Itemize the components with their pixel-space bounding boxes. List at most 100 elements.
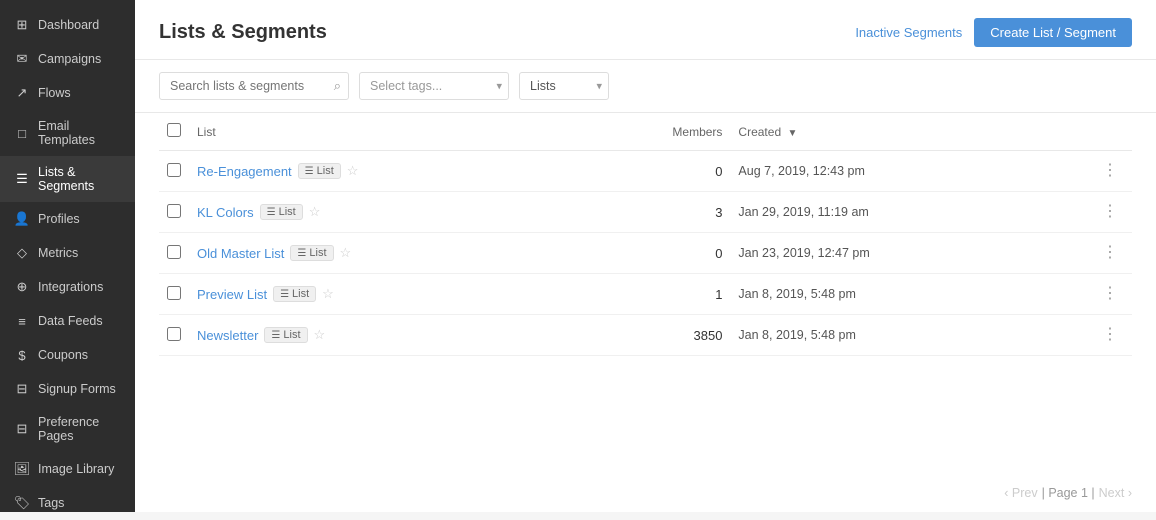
list-name-link-4[interactable]: Newsletter (197, 328, 258, 343)
sidebar-item-integrations[interactable]: ⊕ Integrations (0, 270, 135, 304)
sidebar-label-dashboard: Dashboard (38, 18, 99, 32)
list-tag-badge-4: ☰ List (264, 327, 307, 343)
sidebar-label-integrations: Integrations (38, 280, 103, 294)
sidebar-item-email-templates[interactable]: □ Email Templates (0, 110, 135, 156)
sidebar-item-data-feeds[interactable]: ≡ Data Feeds (0, 304, 135, 338)
col-list: List (189, 113, 562, 151)
email-templates-icon: □ (14, 125, 30, 141)
sidebar-item-signup-forms[interactable]: ⊟ Signup Forms (0, 372, 135, 406)
search-wrapper: ⌕ (159, 72, 349, 100)
actions-cell-2: ⋮ (1088, 233, 1132, 274)
table-row: Newsletter ☰ List ☆ 3850 Jan 8, 2019, 5:… (159, 315, 1132, 356)
created-cell-2: Jan 23, 2019, 12:47 pm (730, 233, 1088, 274)
row-checkbox-2[interactable] (167, 245, 181, 259)
campaigns-icon: ✉ (14, 51, 30, 67)
actions-cell-3: ⋮ (1088, 274, 1132, 315)
col-actions (1088, 113, 1132, 151)
members-cell-4: 3850 (562, 315, 730, 356)
sidebar: ⊞ Dashboard ✉ Campaigns ↗ Flows □ Email … (0, 0, 135, 512)
star-icon-0[interactable]: ☆ (347, 163, 359, 179)
sidebar-label-campaigns: Campaigns (38, 52, 101, 66)
select-all-checkbox[interactable] (167, 123, 181, 137)
star-icon-2[interactable]: ☆ (340, 245, 352, 261)
sidebar-label-preference-pages: Preference Pages (38, 415, 121, 443)
star-icon-4[interactable]: ☆ (314, 327, 326, 343)
created-cell-0: Aug 7, 2019, 12:43 pm (730, 151, 1088, 192)
sidebar-label-email-templates: Email Templates (38, 119, 121, 147)
sidebar-item-preference-pages[interactable]: ⊟ Preference Pages (0, 406, 135, 452)
image-library-icon: 🖼 (14, 461, 30, 477)
sidebar-label-lists-segments: Lists & Segments (38, 165, 121, 193)
members-cell-1: 3 (562, 192, 730, 233)
list-name-cell-2: Old Master List ☰ List ☆ (189, 233, 562, 274)
sidebar-item-dashboard[interactable]: ⊞ Dashboard (0, 8, 135, 42)
list-name-cell-1: KL Colors ☰ List ☆ (189, 192, 562, 233)
sidebar-label-flows: Flows (38, 86, 71, 100)
star-icon-3[interactable]: ☆ (322, 286, 334, 302)
page-title: Lists & Segments (159, 21, 327, 44)
signup-forms-icon: ⊟ (14, 381, 30, 397)
sidebar-label-image-library: Image Library (38, 462, 114, 476)
members-cell-0: 0 (562, 151, 730, 192)
row-actions-button-3[interactable]: ⋮ (1096, 284, 1124, 304)
sidebar-label-signup-forms: Signup Forms (38, 382, 116, 396)
members-cell-3: 1 (562, 274, 730, 315)
actions-cell-0: ⋮ (1088, 151, 1132, 192)
list-tag-badge-2: ☰ List (290, 245, 333, 261)
sidebar-label-metrics: Metrics (38, 246, 78, 260)
sidebar-item-lists-segments[interactable]: ☰ Lists & Segments (0, 156, 135, 202)
sidebar-item-tags[interactable]: 🏷 Tags (0, 486, 135, 520)
star-icon-1[interactable]: ☆ (309, 204, 321, 220)
sidebar-item-campaigns[interactable]: ✉ Campaigns (0, 42, 135, 76)
actions-cell-4: ⋮ (1088, 315, 1132, 356)
row-actions-button-2[interactable]: ⋮ (1096, 243, 1124, 263)
row-checkbox-0[interactable] (167, 163, 181, 177)
prev-button[interactable]: ‹ Prev (1004, 486, 1037, 500)
lists-table: List Members Created ▼ Re-Engagement ☰ L… (159, 113, 1132, 356)
created-cell-4: Jan 8, 2019, 5:48 pm (730, 315, 1088, 356)
created-cell-1: Jan 29, 2019, 11:19 am (730, 192, 1088, 233)
created-cell-3: Jan 8, 2019, 5:48 pm (730, 274, 1088, 315)
row-actions-button-1[interactable]: ⋮ (1096, 202, 1124, 222)
create-list-segment-button[interactable]: Create List / Segment (974, 18, 1132, 47)
table-row: KL Colors ☰ List ☆ 3 Jan 29, 2019, 11:19… (159, 192, 1132, 233)
row-actions-button-4[interactable]: ⋮ (1096, 325, 1124, 345)
col-members: Members (562, 113, 730, 151)
preference-pages-icon: ⊟ (14, 421, 30, 437)
sidebar-item-coupons[interactable]: $ Coupons (0, 338, 135, 372)
tags-select[interactable]: Select tags... (359, 72, 509, 100)
sidebar-label-tags: Tags (38, 496, 64, 510)
tags-icon: 🏷 (14, 495, 30, 511)
list-name-cell-0: Re-Engagement ☰ List ☆ (189, 151, 562, 192)
profiles-icon: 👤 (14, 211, 30, 227)
integrations-icon: ⊕ (14, 279, 30, 295)
actions-cell-1: ⋮ (1088, 192, 1132, 233)
tags-select-wrapper: Select tags... (359, 72, 509, 100)
page-header: Lists & Segments Inactive Segments Creat… (135, 0, 1156, 60)
row-actions-button-0[interactable]: ⋮ (1096, 161, 1124, 181)
row-checkbox-4[interactable] (167, 327, 181, 341)
lists-segments-icon: ☰ (14, 171, 30, 187)
search-input[interactable] (159, 72, 349, 100)
list-name-link-2[interactable]: Old Master List (197, 246, 284, 261)
members-cell-2: 0 (562, 233, 730, 274)
type-select-wrapper: Lists Segments All (519, 72, 609, 100)
row-checkbox-3[interactable] (167, 286, 181, 300)
row-checkbox-1[interactable] (167, 204, 181, 218)
table-area: List Members Created ▼ Re-Engagement ☰ L… (135, 113, 1156, 474)
sidebar-item-metrics[interactable]: ◇ Metrics (0, 236, 135, 270)
dashboard-icon: ⊞ (14, 17, 30, 33)
next-button[interactable]: Next › (1099, 486, 1132, 500)
sidebar-item-image-library[interactable]: 🖼 Image Library (0, 452, 135, 486)
type-select[interactable]: Lists Segments All (519, 72, 609, 100)
table-row: Preview List ☰ List ☆ 1 Jan 8, 2019, 5:4… (159, 274, 1132, 315)
inactive-segments-button[interactable]: Inactive Segments (855, 25, 962, 40)
flows-icon: ↗ (14, 85, 30, 101)
sidebar-item-flows[interactable]: ↗ Flows (0, 76, 135, 110)
sidebar-item-profiles[interactable]: 👤 Profiles (0, 202, 135, 236)
list-name-link-1[interactable]: KL Colors (197, 205, 254, 220)
list-name-cell-4: Newsletter ☰ List ☆ (189, 315, 562, 356)
created-sort-icon: ▼ (787, 128, 797, 139)
list-name-link-0[interactable]: Re-Engagement (197, 164, 292, 179)
list-name-link-3[interactable]: Preview List (197, 287, 267, 302)
